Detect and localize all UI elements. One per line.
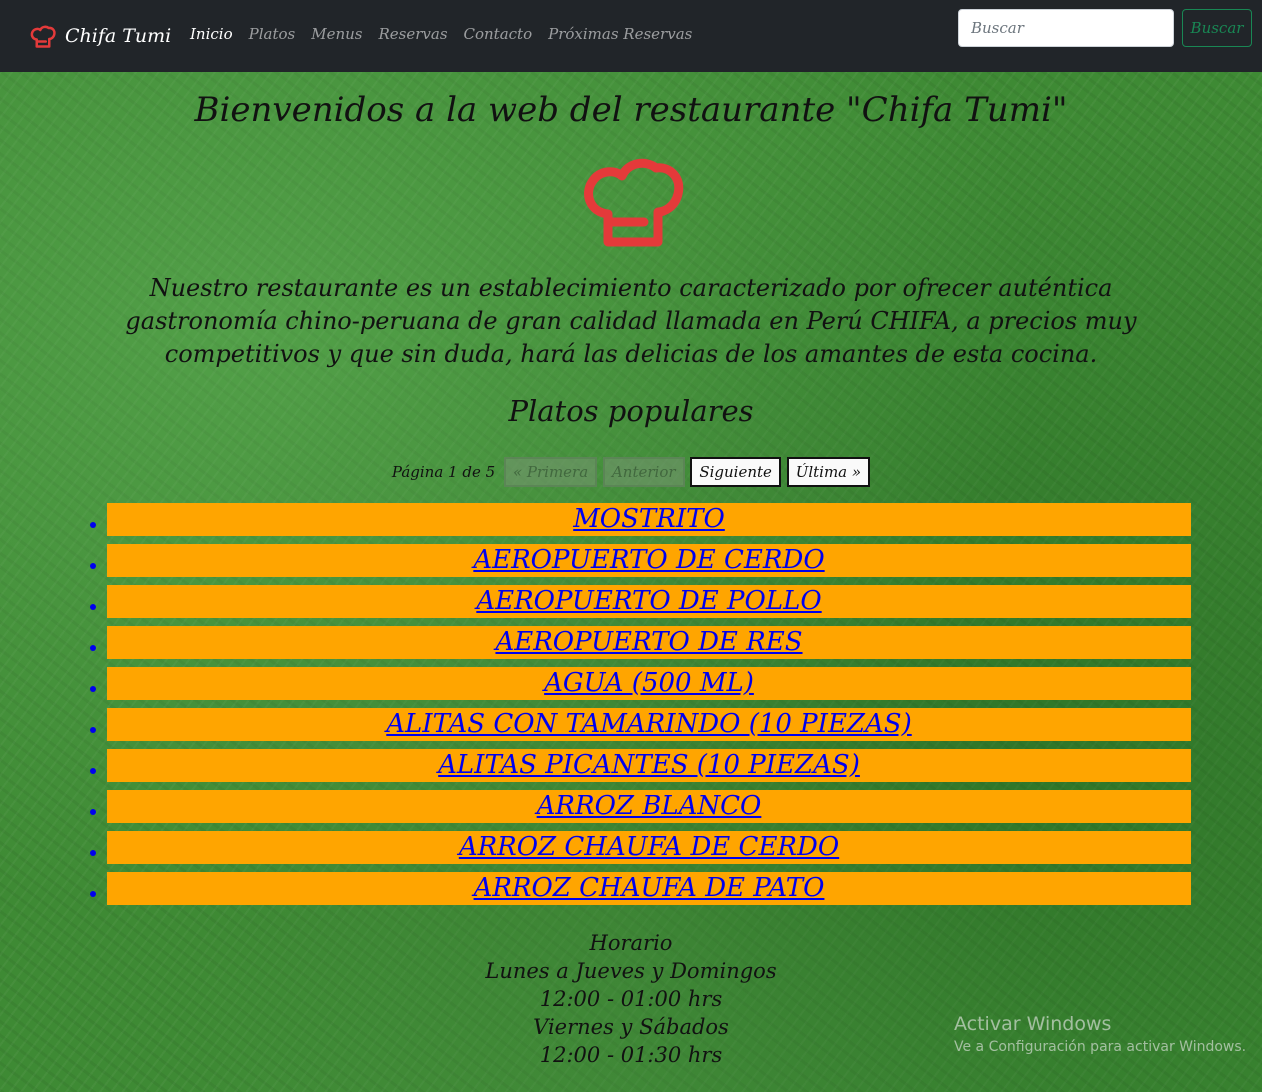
- dish-link-agua[interactable]: AGUA (500 ML): [544, 668, 754, 698]
- nav-inicio[interactable]: Inicio: [190, 25, 233, 43]
- chef-hat-logo: [584, 158, 684, 247]
- popular-dishes-title: Platos populares: [508, 394, 754, 428]
- list-item: AEROPUERTO DE CERDO: [90, 544, 1191, 577]
- dish-link-alitas-tamarindo[interactable]: ALITAS CON TAMARINDO (10 PIEZAS): [386, 709, 911, 739]
- dish-link-aeropuerto-de-cerdo[interactable]: AEROPUERTO DE CERDO: [473, 545, 824, 575]
- nav-contacto[interactable]: Contacto: [464, 25, 533, 43]
- dish-link-aeropuerto-de-res[interactable]: AEROPUERTO DE RES: [495, 627, 802, 657]
- dish-link-alitas-picantes[interactable]: ALITAS PICANTES (10 PIEZAS): [438, 750, 860, 780]
- welcome-heading: Bienvenidos a la web del restaurante "Ch…: [194, 90, 1068, 130]
- nav-links: Inicio Platos Menus Reservas Contacto Pr…: [190, 25, 708, 43]
- activation-watermark-title: Activar Windows: [954, 1013, 1112, 1035]
- nav-menus[interactable]: Menus: [311, 25, 362, 43]
- last-page-button[interactable]: Última »: [786, 457, 871, 487]
- list-item: AEROPUERTO DE RES: [90, 626, 1191, 659]
- list-item: AGUA (500 ML): [90, 667, 1191, 700]
- search-button[interactable]: Buscar: [1182, 9, 1252, 47]
- list-item: ALITAS PICANTES (10 PIEZAS): [90, 749, 1191, 782]
- intro-text: Nuestro restaurante es un establecimient…: [125, 274, 1137, 368]
- page-indicator: Página 1 de 5: [391, 463, 496, 481]
- activation-watermark-subtitle: Ve a Configuración para activar Windows.: [954, 1039, 1247, 1055]
- chef-hat-icon: [30, 25, 56, 48]
- list-item: ARROZ CHAUFA DE PATO: [90, 872, 1191, 905]
- list-item: ARROZ BLANCO: [90, 790, 1191, 823]
- dish-link-arroz-chaufa-pato[interactable]: ARROZ CHAUFA DE PATO: [474, 873, 825, 903]
- pagination: Página 1 de 5 « Primera Anterior Siguien…: [0, 457, 1262, 487]
- brand-text: Chifa Tumi: [65, 25, 172, 47]
- first-page-button[interactable]: « Primera: [503, 457, 598, 487]
- hours-weekday-days: Lunes a Jueves y Domingos: [485, 959, 777, 983]
- next-page-button[interactable]: Siguiente: [690, 457, 781, 487]
- prev-page-button[interactable]: Anterior: [602, 457, 685, 487]
- brand-link[interactable]: Chifa Tumi: [28, 18, 171, 54]
- nav-platos[interactable]: Platos: [249, 25, 296, 43]
- hours-title: Horario: [589, 931, 673, 955]
- hours-weekday-time: 12:00 - 01:00 hrs: [539, 987, 723, 1011]
- dish-link-aeropuerto-de-pollo[interactable]: AEROPUERTO DE POLLO: [476, 586, 821, 616]
- nav-reservas[interactable]: Reservas: [378, 25, 447, 43]
- search-input[interactable]: [958, 9, 1174, 47]
- navbar: Chifa Tumi Inicio Platos Menus Reservas …: [0, 0, 1262, 72]
- dish-link-arroz-chaufa-cerdo[interactable]: ARROZ CHAUFA DE CERDO: [459, 832, 839, 862]
- list-item: MOSTRITO: [90, 503, 1191, 536]
- list-item: ALITAS CON TAMARINDO (10 PIEZAS): [90, 708, 1191, 741]
- list-item: AEROPUERTO DE POLLO: [90, 585, 1191, 618]
- dish-list: MOSTRITO AEROPUERTO DE CERDO AEROPUERTO …: [0, 503, 1191, 913]
- list-item: ARROZ CHAUFA DE CERDO: [90, 831, 1191, 864]
- dish-link-arroz-blanco[interactable]: ARROZ BLANCO: [537, 791, 762, 821]
- dish-link-mostrito[interactable]: MOSTRITO: [573, 504, 725, 534]
- nav-proximas-reservas[interactable]: Próximas Reservas: [548, 25, 692, 43]
